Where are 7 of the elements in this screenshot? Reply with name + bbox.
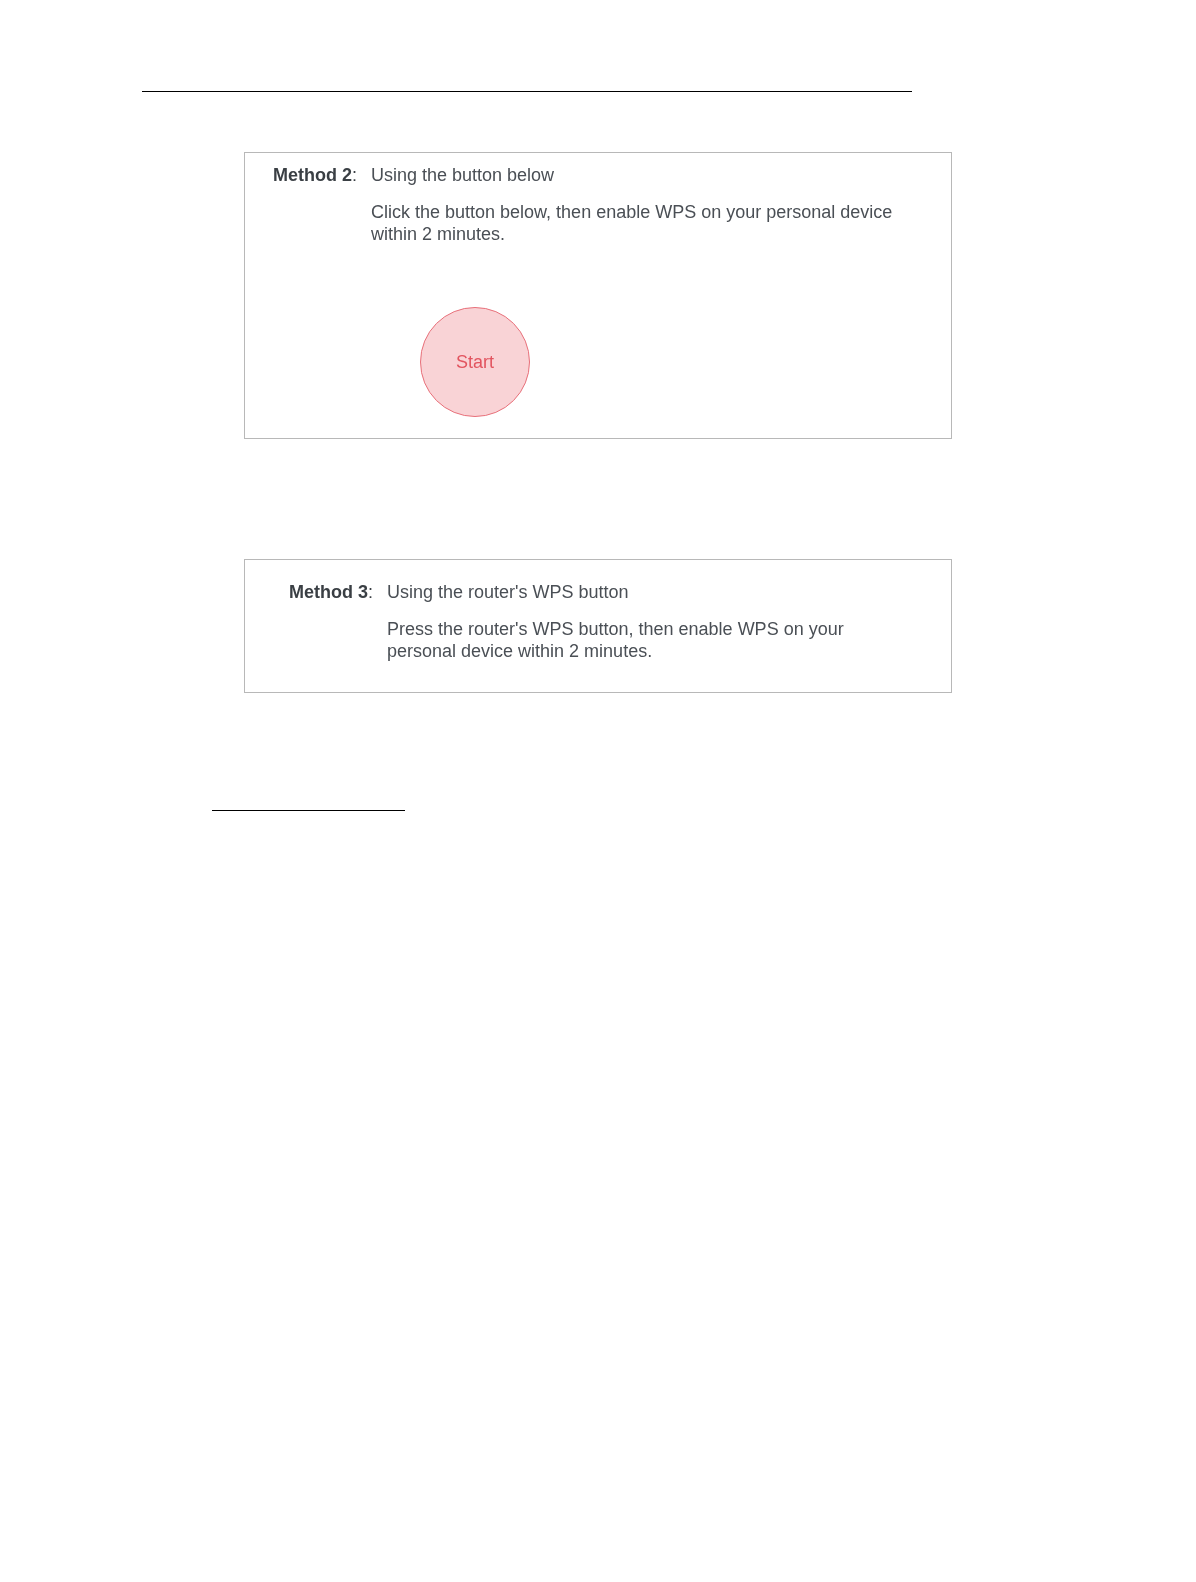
method-description: Click the button below, then enable WPS on your personal device within 2 minutes. bbox=[371, 201, 894, 245]
method-description: Press the router's WPS button, then enable WPS on your personal device within 2 minutes. bbox=[387, 618, 845, 662]
method-label: Method 3: bbox=[288, 581, 374, 604]
method-label: Method 2: bbox=[272, 164, 358, 187]
start-button[interactable]: Start bbox=[420, 307, 530, 417]
method-title: Using the router's WPS button bbox=[387, 581, 630, 604]
method-title: Using the button below bbox=[371, 164, 556, 187]
